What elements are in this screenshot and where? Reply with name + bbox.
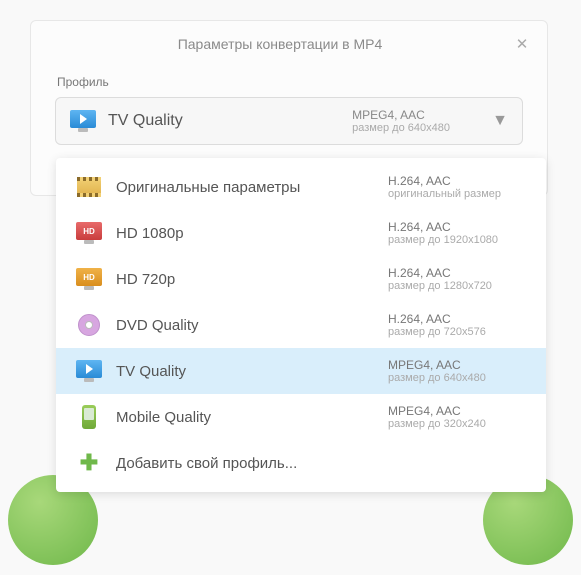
profile-option-size: размер до 1920x1080 [388,234,528,246]
profile-option[interactable]: Mobile QualityMPEG4, AACразмер до 320x24… [56,394,546,440]
profile-option-size: размер до 320x240 [388,418,528,430]
profile-option-meta: H.264, AACразмер до 1920x1080 [388,220,528,246]
profile-option-codec: H.264, AAC [388,174,528,188]
tv-icon [70,110,96,132]
profile-option[interactable]: Оригинальные параметрыH.264, AACоригинал… [56,164,546,210]
profile-option-label: Mobile Quality [116,409,388,426]
profile-option-label: Добавить свой профиль... [116,455,388,472]
profile-option-meta: H.264, AACразмер до 720x576 [388,312,528,338]
profile-label: Профиль [31,75,547,97]
profile-option-size: размер до 640x480 [388,372,528,384]
mobile-icon [82,405,96,429]
profile-option[interactable]: HD HD 1080pH.264, AACразмер до 1920x1080 [56,210,546,256]
profile-option-codec: H.264, AAC [388,220,528,234]
selected-size: размер до 640x480 [352,122,482,134]
profile-dropdown: Оригинальные параметрыH.264, AACоригинал… [56,158,546,492]
profile-option-meta: MPEG4, AACразмер до 640x480 [388,358,528,384]
profile-option-meta: MPEG4, AACразмер до 320x240 [388,404,528,430]
selected-profile-meta: MPEG4, AAC размер до 640x480 [352,108,482,134]
chevron-down-icon: ▼ [492,112,508,130]
selected-codec: MPEG4, AAC [352,108,482,122]
profile-option-codec: H.264, AAC [388,312,528,326]
hd-orange-icon: HD [76,268,102,290]
profile-option-label: DVD Quality [116,317,388,334]
profile-option-codec: MPEG4, AAC [388,358,528,372]
profile-option-label: TV Quality [116,363,388,380]
film-icon [77,177,101,197]
plus-icon: ✚ [80,450,98,476]
profile-option-size: размер до 720x576 [388,326,528,338]
profile-option-label: Оригинальные параметры [116,179,388,196]
profile-option[interactable]: HD HD 720pH.264, AACразмер до 1280x720 [56,256,546,302]
title-bar: Параметры конвертации в MP4 ✕ [31,21,547,75]
dvd-icon [78,314,100,336]
profile-option-size: оригинальный размер [388,188,528,200]
profile-option-codec: MPEG4, AAC [388,404,528,418]
profile-option-codec: H.264, AAC [388,266,528,280]
profile-option-meta: H.264, AACразмер до 1280x720 [388,266,528,292]
tv-icon [76,360,102,382]
selected-profile-label: TV Quality [108,112,352,130]
profile-option-label: HD 1080p [116,225,388,242]
hd-red-icon: HD [76,222,102,244]
profile-option[interactable]: TV QualityMPEG4, AACразмер до 640x480 [56,348,546,394]
profile-option[interactable]: DVD QualityH.264, AACразмер до 720x576 [56,302,546,348]
dialog-title: Параметры конвертации в MP4 [47,36,513,52]
profile-option-meta: H.264, AACоригинальный размер [388,174,528,200]
profile-option-size: размер до 1280x720 [388,280,528,292]
profile-combobox[interactable]: TV Quality MPEG4, AAC размер до 640x480 … [55,97,523,145]
profile-option[interactable]: ✚ Добавить свой профиль... [56,440,546,486]
close-icon[interactable]: ✕ [513,35,531,53]
profile-option-label: HD 720p [116,271,388,288]
